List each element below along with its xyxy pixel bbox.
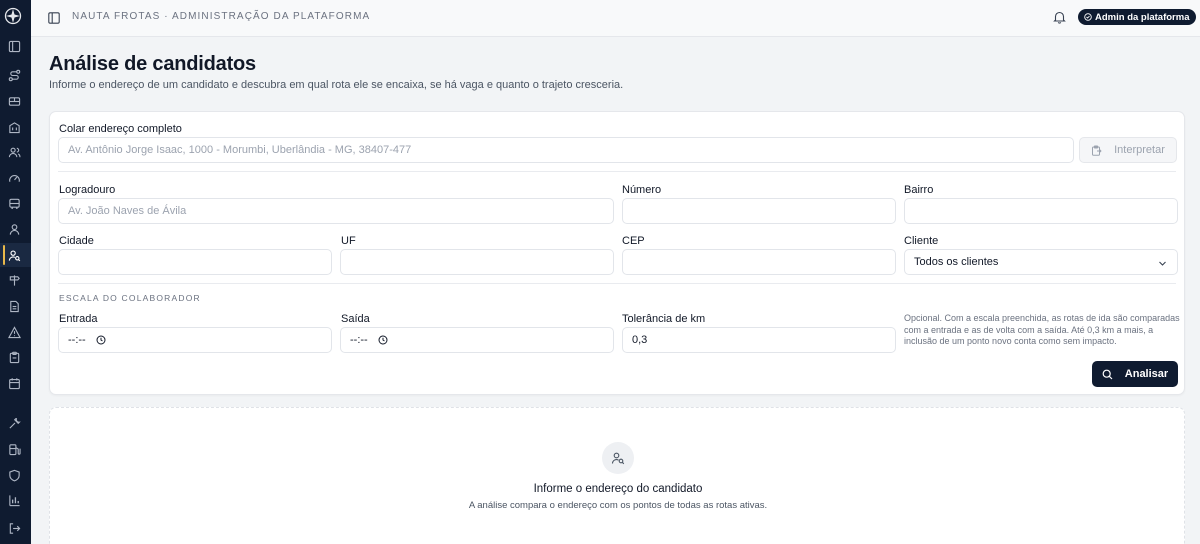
topbar: NAUTA FROTAS · ADMINISTRAÇÃO DA PLATAFOR… <box>31 0 1200 37</box>
wrench-icon[interactable] <box>8 417 21 430</box>
gauge-icon[interactable] <box>8 172 21 185</box>
divider <box>58 171 1176 172</box>
building-icon[interactable] <box>8 121 21 134</box>
number-label: Número <box>622 184 662 196</box>
divider <box>58 283 1176 284</box>
clock-icon[interactable] <box>96 335 106 345</box>
client-select[interactable]: Todos os clientes <box>904 249 1178 275</box>
alert-icon[interactable] <box>8 326 21 339</box>
city-label: Cidade <box>59 235 94 247</box>
empty-state: Informe o endereço do candidato A anális… <box>49 407 1185 544</box>
page-title: Análise de candidatos <box>49 53 256 75</box>
exit-time-input[interactable]: --:-- <box>340 327 614 353</box>
exit-time-value: --:-- <box>350 334 368 346</box>
bus-icon[interactable] <box>8 95 21 108</box>
chart-icon[interactable] <box>8 494 21 507</box>
breadcrumb: NAUTA FROTAS · ADMINISTRAÇÃO DA PLATAFOR… <box>72 11 371 22</box>
check-circle-icon <box>1084 13 1092 21</box>
user-search-icon <box>611 452 625 465</box>
state-input[interactable] <box>340 249 614 275</box>
tolerance-label: Tolerância de km <box>622 313 706 325</box>
logout-icon[interactable] <box>8 522 21 535</box>
exit-label: Saída <box>341 313 370 325</box>
shield-icon[interactable] <box>8 469 21 482</box>
district-label: Bairro <box>904 184 934 196</box>
client-label: Cliente <box>904 235 939 247</box>
user-icon[interactable] <box>8 223 21 236</box>
schedule-help-text: Opcional. Com a escala preenchida, as ro… <box>904 313 1180 346</box>
number-input[interactable] <box>622 198 896 224</box>
vehicle-icon[interactable] <box>8 197 21 210</box>
sidebar-active-indicator <box>3 245 5 265</box>
empty-state-title: Informe o endereço do candidato <box>533 483 703 495</box>
zip-label: CEP <box>622 235 645 247</box>
street-label: Logradouro <box>59 184 116 196</box>
paste-address-input[interactable]: Av. Antônio Jorge Isaac, 1000 - Morumbi,… <box>58 137 1074 163</box>
interpret-button-label: Interpretar <box>1114 144 1165 156</box>
role-badge-label: Admin da plataforma <box>1095 11 1190 23</box>
analyze-button[interactable]: Analisar <box>1092 361 1178 387</box>
document-icon[interactable] <box>8 300 21 313</box>
entry-time-input[interactable]: --:-- <box>58 327 332 353</box>
city-input[interactable] <box>58 249 332 275</box>
district-input[interactable] <box>904 198 1178 224</box>
analysis-form-card: Colar endereço completo Av. Antônio Jorg… <box>49 111 1185 395</box>
role-badge[interactable]: Admin da plataforma <box>1078 9 1196 25</box>
signpost-icon[interactable] <box>8 274 21 287</box>
clipboard-paste-icon <box>1092 145 1102 156</box>
compass-logo-icon[interactable] <box>4 7 22 25</box>
schedule-section-label: ESCALA DO COLABORADOR <box>59 293 201 303</box>
client-select-value: Todos os clientes <box>914 256 999 268</box>
state-label: UF <box>341 235 356 247</box>
route-icon[interactable] <box>8 69 21 82</box>
analyze-button-label: Analisar <box>1124 368 1169 380</box>
empty-state-icon-circle <box>602 442 634 474</box>
fuel-icon[interactable] <box>8 443 21 456</box>
panel-icon[interactable] <box>8 40 21 53</box>
clipboard-icon[interactable] <box>8 351 21 364</box>
tolerance-input[interactable]: 0,3 <box>622 327 896 353</box>
entry-label: Entrada <box>59 313 98 325</box>
paste-address-label: Colar endereço completo <box>59 123 182 135</box>
clock-icon[interactable] <box>378 335 388 345</box>
user-search-icon[interactable] <box>8 249 21 262</box>
bell-icon[interactable] <box>1053 10 1066 24</box>
zip-input[interactable] <box>622 249 896 275</box>
entry-time-value: --:-- <box>68 334 86 346</box>
sidebar-toggle-icon[interactable] <box>48 11 60 24</box>
calendar-icon[interactable] <box>8 377 21 390</box>
interpret-button[interactable]: Interpretar <box>1079 137 1177 163</box>
search-icon <box>1102 369 1113 379</box>
chevron-down-icon <box>1159 261 1166 266</box>
sidebar <box>0 0 31 544</box>
empty-state-subtitle: A análise compara o endereço com os pont… <box>468 500 768 511</box>
users-icon[interactable] <box>8 146 21 159</box>
street-input[interactable]: Av. João Naves de Ávila <box>58 198 614 224</box>
page-subtitle: Informe o endereço de um candidato e des… <box>49 79 624 91</box>
